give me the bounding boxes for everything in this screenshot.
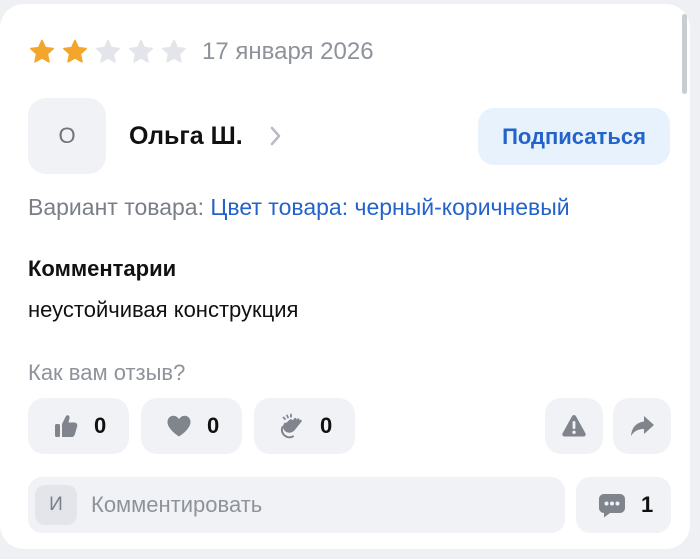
star-empty-icon bbox=[96, 39, 120, 63]
reactions-bar: 0 0 0 bbox=[28, 398, 355, 454]
report-button[interactable] bbox=[545, 398, 603, 454]
clap-reaction-button[interactable]: 0 bbox=[254, 398, 355, 454]
author-row: О Ольга Ш. Подписаться bbox=[28, 98, 670, 174]
like-count: 0 bbox=[94, 413, 107, 438]
heart-icon bbox=[167, 415, 191, 437]
comments-count-button[interactable]: 1 bbox=[576, 477, 671, 533]
author-name[interactable]: Ольга Ш. bbox=[129, 122, 243, 151]
review-comment-text: неустойчивая конструкция bbox=[28, 297, 299, 322]
star-filled-icon bbox=[30, 39, 54, 63]
variant-label: Вариант товара: bbox=[28, 194, 204, 220]
comment-bubble-icon bbox=[599, 494, 625, 518]
comment-input[interactable] bbox=[91, 477, 551, 533]
star-empty-icon bbox=[129, 39, 153, 63]
review-card: 17 января 2026 О Ольга Ш. Подписаться Ва… bbox=[0, 4, 690, 549]
star-filled-icon bbox=[63, 39, 87, 63]
review-date: 17 января 2026 bbox=[202, 38, 374, 65]
star-rating bbox=[28, 38, 188, 66]
clapping-hands-icon bbox=[280, 413, 302, 439]
star-empty-icon bbox=[162, 39, 186, 63]
product-variant: Вариант товара: Цвет товара: черный-кори… bbox=[28, 194, 570, 221]
share-button[interactable] bbox=[613, 398, 671, 454]
feedback-question: Как вам отзыв? bbox=[28, 360, 186, 385]
comments-count: 1 bbox=[641, 492, 654, 517]
user-avatar: И bbox=[35, 485, 77, 525]
chevron-right-icon[interactable] bbox=[268, 124, 284, 148]
subscribe-button[interactable]: Подписаться bbox=[478, 108, 670, 165]
comments-heading: Комментарии bbox=[28, 256, 177, 281]
rating-row: 17 января 2026 bbox=[28, 38, 374, 66]
avatar[interactable]: О bbox=[28, 98, 106, 174]
share-arrow-icon bbox=[631, 416, 654, 436]
warning-icon bbox=[562, 415, 586, 437]
heart-count: 0 bbox=[207, 413, 220, 438]
thumbs-up-icon bbox=[55, 415, 78, 437]
comment-input-box[interactable]: И bbox=[28, 477, 565, 533]
clap-count: 0 bbox=[320, 413, 333, 438]
scrollbar[interactable] bbox=[682, 14, 687, 94]
heart-reaction-button[interactable]: 0 bbox=[141, 398, 242, 454]
variant-value[interactable]: Цвет товара: черный-коричневый bbox=[210, 194, 569, 220]
like-button[interactable]: 0 bbox=[28, 398, 129, 454]
